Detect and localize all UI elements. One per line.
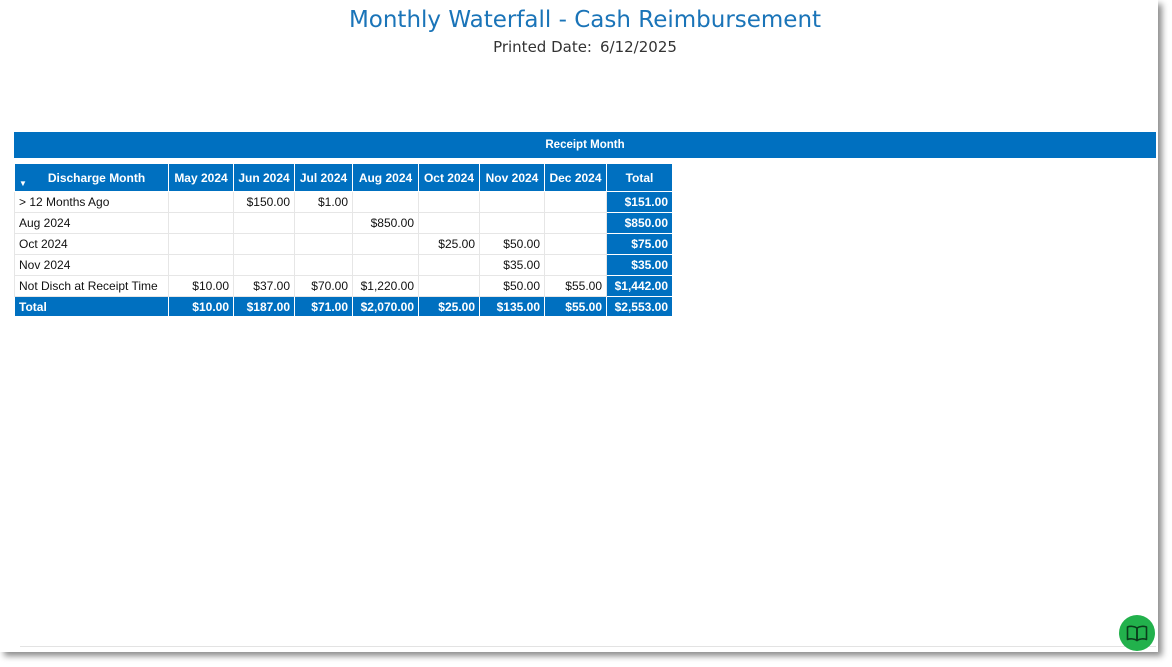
table-cell: $25.00: [418, 233, 480, 255]
table-cell: [352, 233, 419, 255]
printed-date-line: Printed Date: 6/12/2025: [0, 38, 1158, 56]
table-row: Oct 2024 $25.00 $50.00 $75.00: [14, 233, 673, 255]
total-cell: $135.00: [479, 296, 545, 317]
table-cell: [479, 191, 545, 213]
footer-divider: [20, 646, 1156, 647]
report-viewer: Monthly Waterfall - Cash Reimbursement P…: [0, 0, 1158, 652]
table-cell: $1,220.00: [352, 275, 419, 297]
table-cell: [418, 254, 480, 276]
total-cell: $2,070.00: [352, 296, 419, 317]
table-cell: [233, 233, 295, 255]
table-cell: [168, 233, 234, 255]
table-cell: $70.00: [294, 275, 353, 297]
row-label: Nov 2024: [14, 254, 169, 276]
table-cell: $37.00: [233, 275, 295, 297]
row-label: > 12 Months Ago: [14, 191, 169, 213]
table-cell: [479, 212, 545, 234]
waterfall-table: ▼ Discharge Month May 2024 Jun 2024 Jul …: [14, 163, 673, 317]
total-row: Total $10.00 $187.00 $71.00 $2,070.00 $2…: [14, 296, 673, 317]
total-cell: $71.00: [294, 296, 353, 317]
row-total-cell: $1,442.00: [606, 275, 673, 297]
table-cell: [168, 191, 234, 213]
column-header: Jun 2024: [233, 163, 295, 192]
grand-total-cell: $2,553.00: [606, 296, 673, 317]
table-cell: $1.00: [294, 191, 353, 213]
table-cell: [233, 212, 295, 234]
row-label: Aug 2024: [14, 212, 169, 234]
total-cell: $187.00: [233, 296, 295, 317]
table-cell: [544, 191, 607, 213]
table-cell: [294, 212, 353, 234]
table-cell: $10.00: [168, 275, 234, 297]
receipt-month-header: Receipt Month: [14, 132, 1156, 158]
table-cell: [544, 233, 607, 255]
printed-date-value: 6/12/2025: [600, 38, 677, 56]
column-header: Jul 2024: [294, 163, 353, 192]
column-header: Oct 2024: [418, 163, 480, 192]
book-icon: [1126, 625, 1148, 642]
total-cell: $55.00: [544, 296, 607, 317]
table-cell: $50.00: [479, 233, 545, 255]
column-header: Dec 2024: [544, 163, 607, 192]
column-header: Aug 2024: [352, 163, 419, 192]
printed-date-label: Printed Date:: [493, 38, 592, 56]
table-cell: [418, 191, 480, 213]
triangle-down-icon[interactable]: ▼: [19, 179, 27, 188]
row-total-cell: $151.00: [606, 191, 673, 213]
table-cell: [544, 254, 607, 276]
table-cell: [294, 254, 353, 276]
total-cell: $10.00: [168, 296, 234, 317]
column-header: Nov 2024: [479, 163, 545, 192]
table-cell: [168, 254, 234, 276]
table-row: Nov 2024 $35.00 $35.00: [14, 254, 673, 276]
table-cell: $35.00: [479, 254, 545, 276]
column-header: May 2024: [168, 163, 234, 192]
table-cell: [352, 191, 419, 213]
discharge-month-header[interactable]: ▼ Discharge Month: [14, 163, 169, 192]
table-cell: [294, 233, 353, 255]
total-row-label: Total: [14, 296, 169, 317]
table-row: > 12 Months Ago $150.00 $1.00 $151.00: [14, 191, 673, 213]
table-row: Aug 2024 $850.00 $850.00: [14, 212, 673, 234]
table-cell: [352, 254, 419, 276]
table-cell: [418, 275, 480, 297]
total-cell: $25.00: [418, 296, 480, 317]
column-header-row: ▼ Discharge Month May 2024 Jun 2024 Jul …: [14, 163, 673, 192]
row-label: Not Disch at Receipt Time: [14, 275, 169, 297]
table-cell: $850.00: [352, 212, 419, 234]
help-button[interactable]: [1119, 615, 1155, 651]
row-label: Oct 2024: [14, 233, 169, 255]
table-cell: [544, 212, 607, 234]
report-title: Monthly Waterfall - Cash Reimbursement: [348, 7, 822, 33]
table-cell: $150.00: [233, 191, 295, 213]
table-cell: [233, 254, 295, 276]
row-total-cell: $35.00: [606, 254, 673, 276]
table-cell: $55.00: [544, 275, 607, 297]
table-cell: [418, 212, 480, 234]
row-total-cell: $850.00: [606, 212, 673, 234]
discharge-month-label: Discharge Month: [47, 170, 146, 185]
table-cell: $50.00: [479, 275, 545, 297]
column-header-total: Total: [606, 163, 673, 192]
row-total-cell: $75.00: [606, 233, 673, 255]
table-cell: [168, 212, 234, 234]
table-row: Not Disch at Receipt Time $10.00 $37.00 …: [14, 275, 673, 297]
